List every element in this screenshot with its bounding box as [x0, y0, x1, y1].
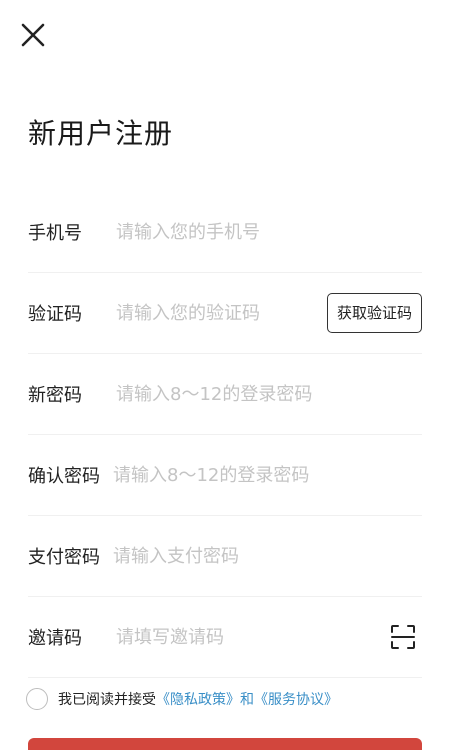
confirm-password-input[interactable]: [113, 460, 422, 490]
code-row: 验证码 获取验证码: [28, 273, 422, 354]
invite-label: 邀请码: [28, 628, 82, 649]
password-label: 新密码: [28, 385, 82, 406]
invite-row: 邀请码: [28, 597, 422, 678]
pay-password-label: 支付密码: [28, 547, 100, 568]
code-label: 验证码: [28, 304, 82, 325]
agreement-and-text: 和: [240, 692, 254, 708]
privacy-policy-link[interactable]: 《隐私政策》: [156, 689, 240, 709]
register-submit-button[interactable]: [28, 738, 422, 750]
register-page: 新用户注册 手机号 验证码 获取验证码 新密码 确认密码 支付密码 邀请码: [0, 0, 450, 750]
invite-input[interactable]: [116, 622, 386, 652]
close-button[interactable]: [14, 16, 52, 54]
code-input[interactable]: [116, 298, 327, 328]
phone-label: 手机号: [28, 223, 82, 244]
agreement-row: 我已阅读并接受 《隐私政策》 和 《服务协议》: [26, 688, 338, 710]
pay-password-input[interactable]: [113, 541, 422, 571]
service-agreement-link[interactable]: 《服务协议》: [254, 689, 338, 709]
register-form: 手机号 验证码 获取验证码 新密码 确认密码 支付密码 邀请码: [28, 192, 422, 678]
scan-button[interactable]: [386, 620, 420, 654]
confirm-password-row: 确认密码: [28, 435, 422, 516]
scan-icon: [391, 625, 415, 649]
close-icon: [21, 23, 45, 47]
agreement-prefix: 我已阅读并接受: [58, 692, 156, 708]
phone-row: 手机号: [28, 192, 422, 273]
agreement-checkbox[interactable]: [26, 688, 48, 710]
get-code-button[interactable]: 获取验证码: [326, 293, 422, 333]
confirm-password-label: 确认密码: [28, 466, 100, 487]
phone-input[interactable]: [116, 217, 422, 247]
password-input[interactable]: [116, 379, 422, 409]
password-row: 新密码: [28, 354, 422, 435]
page-title: 新用户注册: [28, 117, 174, 150]
pay-password-row: 支付密码: [28, 516, 422, 597]
